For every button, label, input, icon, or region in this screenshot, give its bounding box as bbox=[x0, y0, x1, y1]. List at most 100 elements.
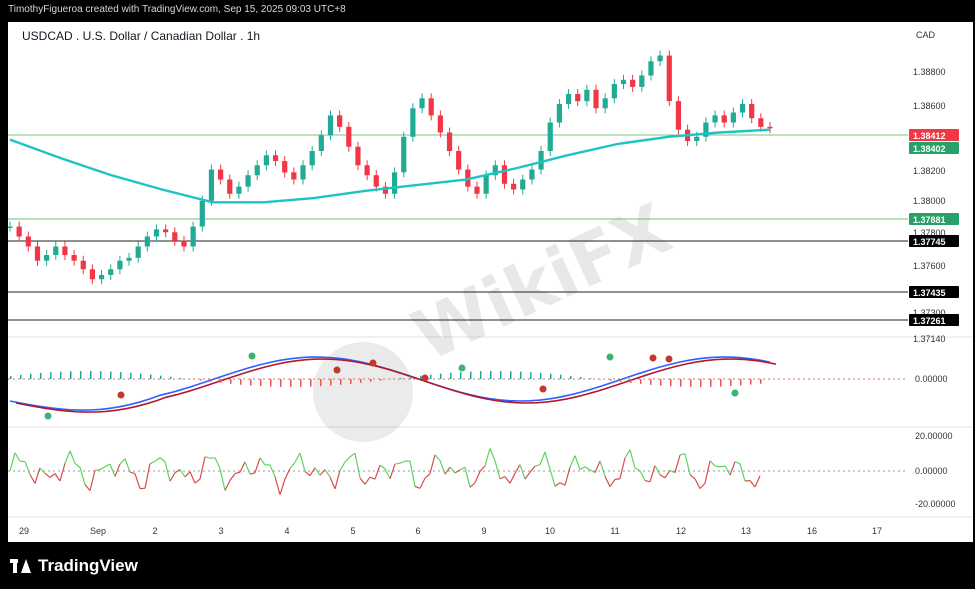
attribution-bar: TimothyFigueroa created with TradingView… bbox=[0, 0, 975, 22]
candle bbox=[437, 115, 443, 133]
oscillator-segment bbox=[14, 452, 21, 462]
oscillator-segment bbox=[49, 473, 56, 478]
price-tick-label: 1.37600 bbox=[913, 261, 946, 271]
oscillator-segment bbox=[599, 460, 606, 477]
candle bbox=[126, 257, 132, 261]
macd-cross-dot bbox=[117, 391, 125, 399]
oscillator-tick-label: 0.00000 bbox=[915, 466, 948, 476]
oscillator-segment bbox=[754, 475, 761, 488]
macd-histogram-bar bbox=[30, 373, 32, 379]
chart-canvas[interactable]: WikiFX1.388001.386001.382001.380001.3780… bbox=[8, 22, 973, 542]
oscillator-segment bbox=[714, 465, 721, 468]
macd-histogram-bar bbox=[610, 379, 612, 381]
oscillator-segment bbox=[329, 476, 336, 490]
macd-histogram-bar bbox=[170, 376, 172, 379]
tradingview-logo[interactable]: TradingView bbox=[10, 556, 138, 576]
candle bbox=[172, 232, 178, 241]
macd-histogram-bar bbox=[720, 379, 722, 387]
time-tick-label: 16 bbox=[807, 526, 817, 536]
footer-bar: TradingView bbox=[0, 542, 975, 589]
oscillator-segment bbox=[234, 471, 241, 475]
oscillator-segment bbox=[349, 452, 356, 458]
oscillator-segment bbox=[379, 464, 386, 470]
candle bbox=[730, 112, 736, 123]
oscillator-segment bbox=[659, 474, 666, 479]
macd-cross-dot bbox=[458, 364, 466, 372]
oscillator-segment bbox=[224, 480, 231, 491]
candle bbox=[602, 98, 608, 109]
oscillator-segment bbox=[359, 477, 366, 485]
candle bbox=[749, 103, 755, 119]
price-badge-label: 1.38402 bbox=[913, 144, 946, 154]
oscillator-segment bbox=[219, 468, 226, 491]
candle bbox=[309, 151, 315, 166]
candle bbox=[529, 169, 535, 180]
oscillator-segment bbox=[319, 469, 326, 476]
candle bbox=[236, 186, 242, 194]
oscillator-segment bbox=[154, 457, 161, 462]
oscillator-segment bbox=[54, 473, 61, 482]
oscillator-segment bbox=[524, 471, 531, 480]
oscillator-segment bbox=[89, 470, 96, 491]
time-tick-label: 17 bbox=[872, 526, 882, 536]
candle bbox=[190, 226, 196, 247]
candle bbox=[401, 136, 407, 173]
oscillator-segment bbox=[474, 471, 481, 484]
macd-histogram-bar bbox=[180, 377, 182, 379]
candle bbox=[584, 89, 590, 102]
macd-histogram-bar bbox=[710, 379, 712, 387]
oscillator-segment bbox=[99, 466, 106, 471]
candle bbox=[163, 229, 169, 233]
candle bbox=[721, 115, 727, 123]
oscillator-segment bbox=[304, 471, 311, 477]
macd-histogram-bar bbox=[130, 372, 132, 379]
macd-histogram-bar bbox=[550, 373, 552, 379]
candle bbox=[98, 274, 105, 280]
candle bbox=[218, 169, 224, 180]
oscillator-segment bbox=[674, 454, 681, 473]
price-badge-label: 1.38412 bbox=[913, 131, 946, 141]
time-tick-label: 6 bbox=[415, 526, 420, 536]
candle bbox=[520, 179, 526, 190]
candle bbox=[355, 146, 361, 166]
macd-histogram-bar bbox=[40, 372, 42, 379]
oscillator-tick-label: -20.00000 bbox=[915, 499, 956, 509]
macd-histogram-bar bbox=[680, 379, 682, 387]
oscillator-segment bbox=[634, 467, 641, 472]
macd-histogram-bar bbox=[620, 379, 622, 382]
chart-panel[interactable]: WikiFX 1.38800 1.38600 1.38200 1.38000 1.3780… bbox=[8, 22, 973, 542]
macd-cross-dot bbox=[333, 366, 341, 374]
currency-label: CAD bbox=[915, 30, 935, 40]
candle bbox=[547, 122, 553, 152]
oscillator-segment bbox=[214, 457, 221, 469]
oscillator-segment bbox=[104, 463, 111, 468]
oscillator-segment bbox=[579, 466, 586, 471]
candle bbox=[758, 118, 764, 127]
macd-cross-dot bbox=[421, 374, 429, 382]
time-tick-label: 11 bbox=[610, 526, 619, 536]
oscillator-segment bbox=[619, 457, 626, 479]
candle bbox=[337, 115, 343, 127]
price-tick-label: 1.38800 bbox=[913, 67, 946, 77]
macd-histogram-bar bbox=[250, 379, 252, 386]
candle bbox=[446, 132, 453, 152]
macd-histogram-bar bbox=[500, 371, 502, 379]
oscillator-segment bbox=[29, 474, 36, 484]
candle bbox=[410, 108, 416, 137]
symbol-title[interactable]: USDCAD . U.S. Dollar / Canadian Dollar .… bbox=[22, 29, 260, 43]
oscillator-segment bbox=[159, 457, 166, 463]
oscillator-segment bbox=[694, 478, 701, 489]
macd-histogram-bar bbox=[50, 372, 52, 379]
oscillator-segment bbox=[629, 449, 636, 469]
candle bbox=[364, 165, 370, 176]
macd-histogram-bar bbox=[220, 379, 222, 383]
oscillator-segment bbox=[199, 456, 206, 480]
time-tick-label: 29 bbox=[19, 526, 29, 536]
attribution-text: TimothyFigueroa created with TradingView… bbox=[8, 4, 346, 15]
macd-histogram-bar bbox=[650, 379, 652, 385]
macd-histogram-bar bbox=[580, 376, 582, 379]
candle bbox=[318, 135, 324, 152]
oscillator-segment bbox=[419, 477, 426, 489]
macd-histogram-bar bbox=[270, 379, 272, 387]
oscillator-segment bbox=[459, 466, 466, 471]
